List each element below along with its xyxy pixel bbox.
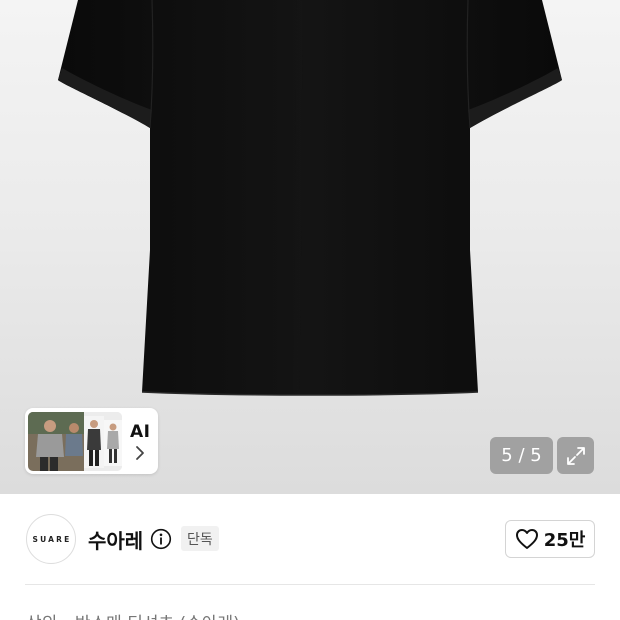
like-count: 25만 xyxy=(543,530,586,551)
product-image-gallery[interactable]: AI 5 / 5 xyxy=(0,0,620,494)
brand-name[interactable]: 수아레 xyxy=(88,525,143,554)
brand-logo[interactable]: SUARE xyxy=(26,514,76,564)
brand-row: SUARE 수아레 단독 25만 xyxy=(0,494,620,584)
info-icon[interactable] xyxy=(150,528,172,550)
ai-label[interactable]: AI xyxy=(130,422,160,442)
heart-outline-icon xyxy=(515,529,538,549)
image-counter: 5 / 5 xyxy=(490,437,553,474)
chevron-right-icon[interactable] xyxy=(133,444,147,462)
expand-icon xyxy=(566,446,585,465)
category-breadcrumb[interactable]: 상의 › 반소매 티셔츠 (수아레) xyxy=(26,609,240,620)
like-button[interactable]: 25만 xyxy=(505,520,595,558)
expand-button[interactable] xyxy=(557,437,594,474)
product-detail-page: AI 5 / 5 SUARE 수아레 단독 25만 상의 › xyxy=(0,0,620,620)
divider xyxy=(25,584,595,585)
ai-styling-thumbnail xyxy=(28,412,122,471)
exclusive-badge: 단독 xyxy=(181,526,219,551)
